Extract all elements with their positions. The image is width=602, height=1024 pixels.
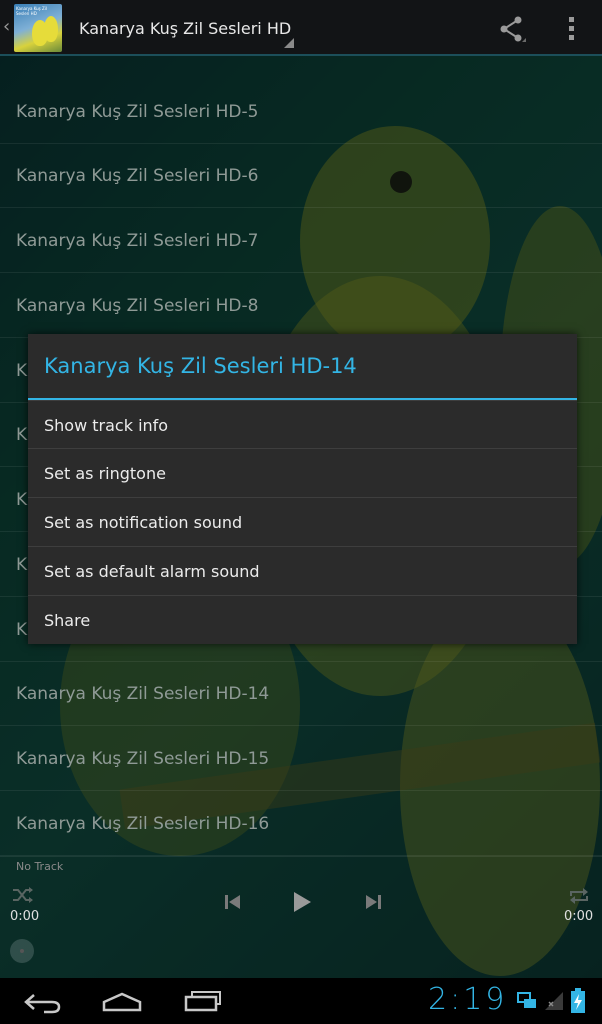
track-label: Kanarya Kuş Zil Sesleri HD-14 (16, 684, 270, 704)
app-icon[interactable]: Kanarya Kuş Zil Sesleri HD (14, 4, 62, 52)
menu-item-set-notification[interactable]: Set as notification sound (28, 497, 577, 546)
track-label: Kanarya Kuş Zil Sesleri HD-5 (16, 102, 259, 122)
screen: ‹ Kanarya Kuş Zil Sesleri HD Kanarya Kuş… (0, 0, 602, 1024)
app-icon-text: Kanarya Kuş Zil Sesleri HD (16, 6, 48, 16)
track-label: K (16, 361, 28, 381)
up-caret-icon[interactable]: ‹ (3, 16, 10, 37)
context-menu-dialog: Kanarya Kuş Zil Sesleri HD-14 Show track… (28, 334, 577, 644)
repeat-icon[interactable] (568, 887, 590, 905)
overflow-menu-icon[interactable] (560, 14, 584, 44)
track-row[interactable]: Kanarya Kuş Zil Sesleri HD-5 (0, 80, 602, 144)
track-row[interactable]: Kanarya Kuş Zil Sesleri HD-14 (0, 662, 602, 726)
shuffle-icon[interactable] (12, 887, 34, 903)
track-label: Kanarya Kuş Zil Sesleri HD-15 (16, 749, 270, 769)
menu-item-set-alarm[interactable]: Set as default alarm sound (28, 546, 577, 595)
seek-bar-thumb[interactable] (10, 939, 34, 963)
share-icon[interactable] (496, 14, 526, 44)
battery-charging-icon (571, 988, 585, 1013)
track-row[interactable]: Kanarya Kuş Zil Sesleri HD-15 (0, 727, 602, 791)
dropdown-indicator-icon[interactable] (284, 38, 294, 48)
track-label: Kanarya Kuş Zil Sesleri HD-7 (16, 231, 259, 251)
menu-item-label: Share (44, 611, 91, 630)
track-label: K (16, 425, 28, 445)
track-status: No Track (16, 860, 64, 873)
track-label: K (16, 620, 28, 640)
track-label: K (16, 490, 28, 510)
track-label: Kanarya Kuş Zil Sesleri HD-6 (16, 166, 259, 186)
next-icon[interactable] (364, 893, 382, 911)
elapsed-time: 0:00 (10, 909, 40, 924)
status-clock: 2:19 (428, 982, 508, 1017)
menu-item-label: Show track info (44, 416, 169, 435)
network-icon (517, 992, 536, 1008)
track-row[interactable]: Kanarya Kuş Zil Sesleri HD-7 (0, 209, 602, 273)
back-icon[interactable] (24, 992, 62, 1014)
player-controls: No Track 0:00 0:00 (0, 856, 602, 979)
previous-icon[interactable] (224, 893, 242, 911)
recents-icon[interactable] (184, 990, 222, 1012)
menu-item-show-track-info[interactable]: Show track info (28, 400, 577, 449)
duration-time: 0:00 (564, 909, 594, 924)
play-icon[interactable] (292, 891, 312, 913)
menu-item-label: Set as notification sound (44, 513, 243, 532)
home-icon[interactable] (102, 992, 142, 1012)
track-row[interactable]: Kanarya Kuş Zil Sesleri HD-6 (0, 144, 602, 208)
action-bar: ‹ Kanarya Kuş Zil Sesleri HD Kanarya Kuş… (0, 0, 602, 56)
track-row[interactable]: Kanarya Kuş Zil Sesleri HD-16 (0, 792, 602, 856)
menu-item-share[interactable]: Share (28, 595, 577, 644)
menu-item-label: Set as ringtone (44, 464, 166, 483)
menu-item-set-ringtone[interactable]: Set as ringtone (28, 448, 577, 497)
dialog-title: Kanarya Kuş Zil Sesleri HD-14 (44, 354, 357, 378)
track-label: Kanarya Kuş Zil Sesleri HD-8 (16, 296, 259, 316)
track-label: K (16, 555, 28, 575)
track-label: Kanarya Kuş Zil Sesleri HD-16 (16, 814, 270, 834)
menu-item-label: Set as default alarm sound (44, 562, 260, 581)
system-navigation-bar: 2:19 (0, 978, 602, 1024)
track-row[interactable]: Kanarya Kuş Zil Sesleri HD-8 (0, 274, 602, 338)
app-title[interactable]: Kanarya Kuş Zil Sesleri HD (79, 19, 291, 38)
signal-icon (545, 992, 563, 1010)
